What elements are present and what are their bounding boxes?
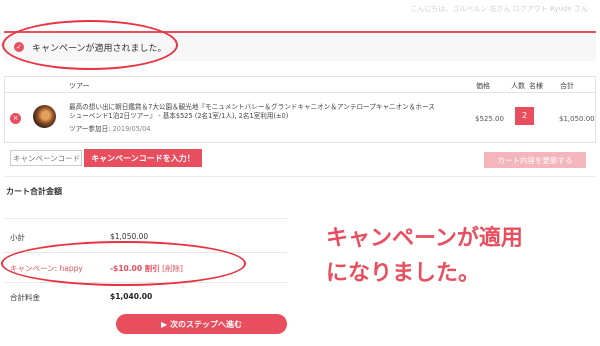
grand-total-value: $1,040.00	[110, 292, 153, 301]
header-name: 名様	[529, 82, 543, 90]
item-price: $525.00	[475, 115, 504, 123]
coupon-label: キャンペーン: happy	[10, 264, 83, 273]
tour-date: ツアー参加日: 2019/05/04	[69, 123, 151, 133]
subtotal-value: $1,050.00	[110, 232, 149, 241]
top-greeting: こんにちは、ゴルベルン 花さん ログアウト Ryude さん	[410, 5, 588, 13]
section-divider	[4, 176, 596, 177]
remove-coupon-link[interactable]: [削除]	[162, 264, 183, 273]
quantity-field[interactable]: 2	[515, 107, 534, 125]
apply-coupon-button[interactable]: キャンペーンコードを入力！	[84, 149, 202, 167]
caption-line-1: キャンペーンが適用	[326, 226, 523, 251]
coupon-discount-value: -$10.00 割引	[110, 264, 160, 273]
cart-totals-title: カート合計金額	[6, 187, 62, 196]
caption-line-2: になりました。	[326, 261, 481, 286]
next-step-button[interactable]: ▶ 次のステップへ進む	[116, 314, 287, 334]
cart-table: ツアー 価格 人数 名様 合計 × 最高の想い出に朝日鑑賞＆7大公園＆観光地『モ…	[4, 76, 596, 143]
header-people: 人数	[511, 82, 525, 90]
coupon-code-input[interactable]	[10, 150, 82, 166]
item-total: $1,050.00	[559, 115, 595, 123]
header-price: 価格	[476, 82, 490, 90]
tour-thumbnail[interactable]	[33, 105, 56, 128]
annotation-caption: キャンペーンが適用 になりました。	[326, 221, 591, 291]
update-cart-button[interactable]: カート内容を更新する	[484, 152, 586, 168]
close-icon[interactable]: ×	[10, 113, 21, 124]
coupon-discount: -$10.00 割引 [削除]	[110, 263, 183, 274]
header-tour: ツアー	[69, 82, 90, 90]
grand-total-row: 合計料金 $1,040.00	[4, 282, 287, 310]
tour-date-value: 2019/05/04	[112, 125, 151, 133]
coupon-row: キャンペーン: happy -$10.00 割引 [削除]	[4, 252, 287, 282]
cart-totals: 小計 $1,050.00 キャンペーン: happy -$10.00 割引 [削…	[4, 218, 287, 310]
table-row: × 最高の想い出に朝日鑑賞＆7大公園＆観光地『モニュメントバレー＆グランドキャニ…	[5, 93, 595, 143]
table-header: ツアー 価格 人数 名様 合計	[5, 77, 595, 93]
notice-text: キャンペーンが適用されました。	[32, 43, 167, 54]
campaign-applied-notice: ✓ キャンペーンが適用されました。	[4, 31, 596, 61]
tour-name-link[interactable]: 最高の想い出に朝日鑑賞＆7大公園＆観光地『モニュメントバレー＆グランドキャニオン…	[69, 103, 441, 121]
header-total: 合計	[560, 82, 574, 90]
grand-total-label: 合計料金	[10, 293, 40, 302]
subtotal-label: 小計	[10, 233, 25, 242]
check-icon: ✓	[14, 42, 24, 52]
subtotal-row: 小計 $1,050.00	[4, 218, 287, 252]
tour-date-label: ツアー参加日:	[69, 125, 111, 133]
